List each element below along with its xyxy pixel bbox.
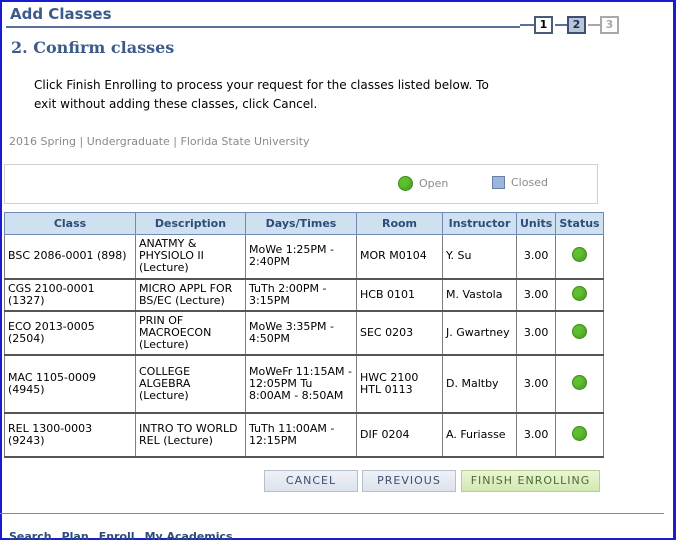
column-header-units: Units bbox=[515, 212, 557, 235]
units-cell: 3.00 bbox=[515, 412, 557, 458]
class-cell: ECO 2013-0005 (2504) bbox=[4, 310, 136, 356]
status-cell bbox=[555, 354, 604, 414]
class-cell: REL 1300-0003 (9243) bbox=[4, 412, 136, 458]
room-cell: HCB 0101 bbox=[356, 278, 443, 312]
step-1: 1 bbox=[534, 16, 553, 34]
column-header-description: Description bbox=[135, 212, 246, 235]
column-header-status: Status bbox=[555, 212, 604, 235]
instructor-cell: M. Vastola bbox=[442, 278, 517, 312]
bottom-nav: Search Plan Enroll My Academics bbox=[9, 530, 233, 540]
instructor-cell: Y. Su bbox=[442, 234, 517, 280]
class-cell: MAC 1105-0009 (4945) bbox=[4, 354, 136, 414]
open-status-icon bbox=[571, 247, 587, 263]
section-title: 2. Confirm classes bbox=[11, 38, 175, 57]
legend-open: Open bbox=[398, 176, 448, 191]
open-status-icon bbox=[571, 425, 587, 441]
open-status-icon bbox=[571, 374, 587, 390]
description-cell: PRIN OF MACROECON (Lecture) bbox=[135, 310, 246, 356]
class-cell: CGS 2100-0001 (1327) bbox=[4, 278, 136, 312]
status-cell bbox=[555, 310, 604, 356]
legend-open-label: Open bbox=[419, 177, 449, 190]
open-status-icon bbox=[571, 323, 587, 339]
step-3: 3 bbox=[600, 16, 619, 34]
instructor-cell: J. Gwartney bbox=[442, 310, 517, 356]
instructions-text: Click Finish Enrolling to process your r… bbox=[34, 78, 489, 111]
open-status-icon bbox=[571, 285, 587, 301]
description-cell: COLLEGE ALGEBRA (Lecture) bbox=[135, 354, 246, 414]
room-cell: DIF 0204 bbox=[356, 412, 443, 458]
table-row: MAC 1105-0009 (4945) COLLEGE ALGEBRA (Le… bbox=[4, 354, 604, 414]
nav-link-search[interactable]: Search bbox=[9, 530, 52, 540]
nav-link-plan[interactable]: Plan bbox=[62, 530, 89, 540]
days-times-cell: MoWe 3:35PM - 4:50PM bbox=[245, 310, 357, 356]
legend-closed-label: Closed bbox=[511, 176, 548, 189]
step-indicator: 1 2 3 bbox=[520, 14, 630, 36]
status-cell bbox=[555, 234, 604, 280]
legend-closed: Closed bbox=[492, 176, 548, 189]
units-cell: 3.00 bbox=[515, 278, 557, 312]
nav-link-enroll[interactable]: Enroll bbox=[99, 530, 135, 540]
description-cell: INTRO TO WORLD REL (Lecture) bbox=[135, 412, 246, 458]
days-times-cell: MoWe 1:25PM - 2:40PM bbox=[245, 234, 357, 280]
column-header-class: Class bbox=[4, 212, 136, 235]
units-cell: 3.00 bbox=[515, 234, 557, 280]
previous-button[interactable]: PREVIOUS bbox=[362, 470, 456, 492]
description-cell: ANATMY & PHYSIOLO II (Lecture) bbox=[135, 234, 246, 280]
step-connector bbox=[588, 24, 600, 26]
cancel-button[interactable]: CANCEL bbox=[264, 470, 358, 492]
days-times-cell: TuTh 2:00PM - 3:15PM bbox=[245, 278, 357, 312]
units-cell: 3.00 bbox=[515, 354, 557, 414]
step-connector bbox=[520, 24, 534, 26]
open-status-icon bbox=[398, 176, 413, 191]
room-cell: HWC 2100 HTL 0113 bbox=[356, 354, 443, 414]
instructor-cell: A. Furiasse bbox=[442, 412, 517, 458]
class-cell: BSC 2086-0001 (898) bbox=[4, 234, 136, 280]
description-cell: MICRO APPL FOR BS/EC (Lecture) bbox=[135, 278, 246, 312]
title-divider bbox=[6, 26, 520, 28]
units-cell: 3.00 bbox=[515, 310, 557, 356]
column-header-room: Room bbox=[356, 212, 443, 235]
closed-status-icon bbox=[492, 176, 505, 189]
nav-link-my-academics[interactable]: My Academics bbox=[145, 530, 233, 540]
term-info: 2016 Spring | Undergraduate | Florida St… bbox=[9, 135, 310, 148]
status-cell bbox=[555, 278, 604, 312]
page-title: Add Classes bbox=[10, 5, 112, 23]
step-2-current: 2 bbox=[567, 16, 586, 34]
instructor-cell: D. Maltby bbox=[442, 354, 517, 414]
table-row: REL 1300-0003 (9243) INTRO TO WORLD REL … bbox=[4, 412, 604, 458]
column-header-instructor: Instructor bbox=[442, 212, 517, 235]
days-times-cell: MoWeFr 11:15AM - 12:05PM Tu 8:00AM - 8:5… bbox=[245, 354, 357, 414]
table-row: BSC 2086-0001 (898) ANATMY & PHYSIOLO II… bbox=[4, 234, 604, 280]
status-cell bbox=[555, 412, 604, 458]
table-header-row: Class Description Days/Times Room Instru… bbox=[4, 212, 604, 235]
finish-enrolling-button[interactable]: FINISH ENROLLING bbox=[461, 470, 600, 492]
days-times-cell: TuTh 11:00AM - 12:15PM bbox=[245, 412, 357, 458]
table-row: ECO 2013-0005 (2504) PRIN OF MACROECON (… bbox=[4, 310, 604, 356]
room-cell: SEC 0203 bbox=[356, 310, 443, 356]
footer-divider bbox=[0, 513, 664, 514]
room-cell: MOR M0104 bbox=[356, 234, 443, 280]
classes-table: Class Description Days/Times Room Instru… bbox=[4, 212, 604, 458]
table-row: CGS 2100-0001 (1327) MICRO APPL FOR BS/E… bbox=[4, 278, 604, 312]
step-connector bbox=[555, 24, 567, 26]
column-header-days-times: Days/Times bbox=[245, 212, 357, 235]
